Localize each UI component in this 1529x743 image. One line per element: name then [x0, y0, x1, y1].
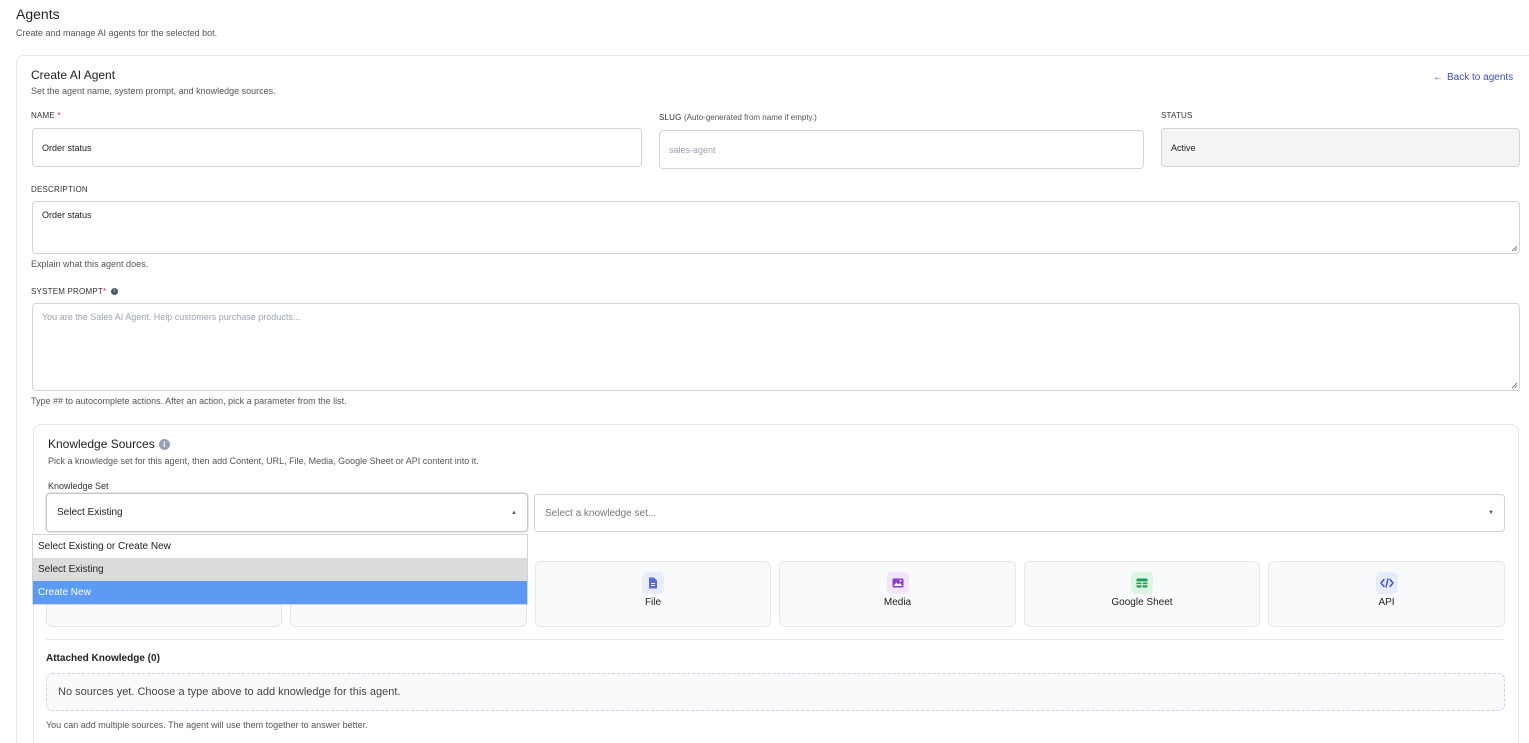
description-help: Explain what this agent does.	[31, 259, 149, 269]
code-icon	[1375, 572, 1398, 594]
tile-label: File	[644, 597, 662, 608]
knowledge-title: Knowledge Sources i	[48, 437, 170, 451]
description-label: DESCRIPTION	[31, 185, 88, 194]
dropdown-option[interactable]: Select Existing or Create New	[33, 535, 527, 558]
slug-placeholder: sales-agent	[669, 144, 716, 155]
dropdown-option[interactable]: Create New	[33, 581, 527, 604]
divider	[46, 639, 1504, 640]
name-label-text: NAME	[31, 111, 55, 120]
system-prompt-label: SYSTEM PROMPT* i	[31, 287, 118, 296]
name-label: NAME *	[31, 111, 61, 120]
name-input[interactable]: Order status	[32, 128, 642, 167]
source-type-google-sheet[interactable]: Google Sheet	[1024, 561, 1260, 627]
description-value: Order status	[42, 210, 92, 220]
tile-label: API	[1378, 597, 1395, 608]
resize-handle-icon[interactable]	[1511, 382, 1518, 389]
empty-message: No sources yet. Choose a type above to a…	[58, 686, 401, 698]
resize-handle-icon[interactable]	[1511, 245, 1518, 252]
required-marker: *	[57, 111, 61, 120]
required-marker: *	[102, 287, 107, 296]
dropdown-option[interactable]: Select Existing	[33, 558, 527, 581]
knowledge-title-text: Knowledge Sources	[48, 437, 155, 451]
attached-knowledge-title: Attached Knowledge (0)	[46, 653, 160, 664]
slug-hint: (Auto-generated from name if empty.)	[684, 113, 817, 122]
knowledge-footer-help: You can add multiple sources. The agent …	[46, 720, 368, 730]
source-type-api[interactable]: API	[1268, 561, 1505, 627]
file-icon	[642, 572, 664, 594]
system-prompt-placeholder: You are the Sales AI Agent. Help custome…	[42, 312, 301, 322]
info-icon[interactable]: i	[158, 439, 170, 450]
knowledge-subtitle: Pick a knowledge set for this agent, the…	[48, 456, 479, 466]
back-to-agents-link[interactable]: ← Back to agents	[1433, 72, 1513, 83]
tile-label: Media	[883, 597, 912, 608]
slug-label: SLUG (Auto-generated from name if empty.…	[659, 113, 817, 122]
status-label: STATUS	[1161, 111, 1193, 120]
tile-label: Google Sheet	[1111, 597, 1173, 608]
back-link-label: Back to agents	[1447, 72, 1514, 83]
name-value: Order status	[42, 142, 92, 153]
card-subtitle: Set the agent name, system prompt, and k…	[31, 86, 276, 96]
page-title: Agents	[16, 6, 60, 22]
system-prompt-help: Type ## to autocomplete actions. After a…	[31, 396, 347, 406]
card-title: Create AI Agent	[31, 68, 116, 82]
slug-label-text: SLUG	[659, 113, 682, 122]
knowledge-mode-value: Select Existing	[57, 507, 123, 518]
slug-input[interactable]: sales-agent	[659, 130, 1144, 169]
source-type-file[interactable]: File	[535, 561, 771, 627]
knowledge-mode-select[interactable]: Select Existing ▲	[46, 493, 528, 532]
source-type-media[interactable]: Media	[779, 561, 1016, 627]
description-textarea[interactable]: Order status	[32, 201, 1520, 254]
knowledge-mode-dropdown: Select Existing or Create New Select Exi…	[32, 534, 528, 605]
knowledge-set-placeholder: Select a knowledge set...	[545, 507, 657, 519]
image-icon	[886, 572, 909, 594]
knowledge-set-label: Knowledge Set	[48, 481, 109, 491]
status-field: Active	[1161, 128, 1520, 167]
system-prompt-textarea[interactable]: You are the Sales AI Agent. Help custome…	[32, 303, 1520, 391]
info-icon[interactable]: i	[110, 288, 118, 296]
empty-sources-box: No sources yet. Choose a type above to a…	[46, 673, 1505, 711]
status-value: Active	[1171, 142, 1196, 153]
knowledge-set-select[interactable]: Select a knowledge set... ▼	[534, 494, 1505, 532]
page-subtitle: Create and manage AI agents for the sele…	[16, 28, 218, 38]
caret-up-icon: ▲	[511, 509, 517, 516]
caret-down-icon: ▼	[1488, 510, 1494, 516]
arrow-left-icon: ←	[1433, 72, 1443, 83]
system-prompt-label-text: SYSTEM PROMPT	[31, 287, 103, 296]
sheet-icon	[1131, 572, 1153, 594]
